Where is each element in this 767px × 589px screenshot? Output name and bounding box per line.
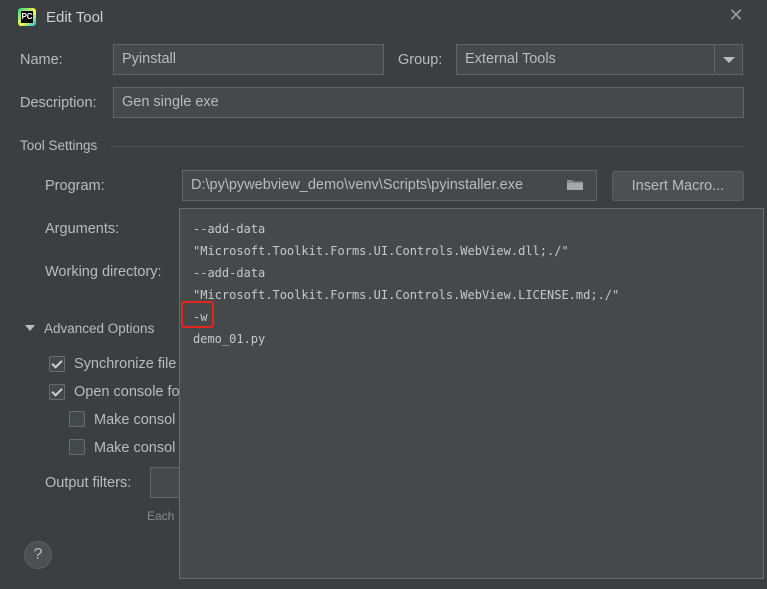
tool-settings-header: Tool Settings	[20, 138, 98, 153]
window-title: Edit Tool	[46, 9, 104, 26]
output-filters-label: Output filters:	[45, 475, 132, 491]
make-console-active-stderr-checkbox[interactable]	[69, 439, 85, 455]
red-highlight-annotation	[181, 301, 214, 328]
name-label: Name:	[20, 52, 63, 68]
tool-settings-separator	[110, 146, 744, 147]
app-icon-text: PC	[21, 11, 33, 23]
make-console-active-stdout-checkbox[interactable]	[69, 411, 85, 427]
close-icon[interactable]: ✕	[727, 5, 745, 25]
arguments-label: Arguments:	[45, 221, 120, 237]
pycharm-app-icon: PC	[18, 8, 36, 26]
program-label: Program:	[45, 178, 105, 194]
collapse-arrow-icon[interactable]	[25, 325, 35, 331]
make-console-active-stdout-label: Make consol	[94, 412, 176, 428]
chevron-down-icon	[723, 57, 735, 63]
group-select[interactable]: External Tools	[456, 44, 743, 75]
description-label: Description:	[20, 95, 97, 111]
name-input[interactable]: Pyinstall	[113, 44, 384, 75]
insert-macro-button[interactable]: Insert Macro...	[612, 171, 744, 201]
group-dropdown-button[interactable]	[714, 45, 742, 74]
open-console-checkbox[interactable]	[49, 384, 65, 400]
help-button[interactable]: ?	[24, 541, 52, 569]
argument-line[interactable]: --add-data	[193, 266, 265, 280]
synchronize-files-checkbox[interactable]	[49, 356, 65, 372]
argument-line[interactable]: --add-data	[193, 222, 265, 236]
make-console-active-stderr-label: Make consol	[94, 440, 176, 456]
synchronize-files-label: Synchronize file	[74, 356, 177, 372]
open-console-label: Open console fo	[74, 384, 180, 400]
description-input[interactable]: Gen single exe	[113, 87, 744, 118]
advanced-options-header[interactable]: Advanced Options	[44, 321, 154, 336]
folder-icon[interactable]	[566, 178, 588, 194]
working-directory-label: Working directory:	[45, 264, 162, 280]
argument-line[interactable]: demo_01.py	[193, 332, 265, 346]
output-filters-hint: Each	[147, 509, 175, 523]
group-select-value: External Tools	[465, 51, 556, 67]
group-label: Group:	[398, 52, 443, 68]
program-input[interactable]: D:\py\pywebview_demo\venv\Scripts\pyinst…	[182, 170, 597, 201]
argument-line[interactable]: "Microsoft.Toolkit.Forms.UI.Controls.Web…	[193, 288, 619, 302]
arguments-expanded-editor[interactable]: --add-data "Microsoft.Toolkit.Forms.UI.C…	[179, 208, 764, 579]
argument-line[interactable]: "Microsoft.Toolkit.Forms.UI.Controls.Web…	[193, 244, 569, 258]
title-bar: PC Edit Tool ✕	[0, 0, 767, 34]
